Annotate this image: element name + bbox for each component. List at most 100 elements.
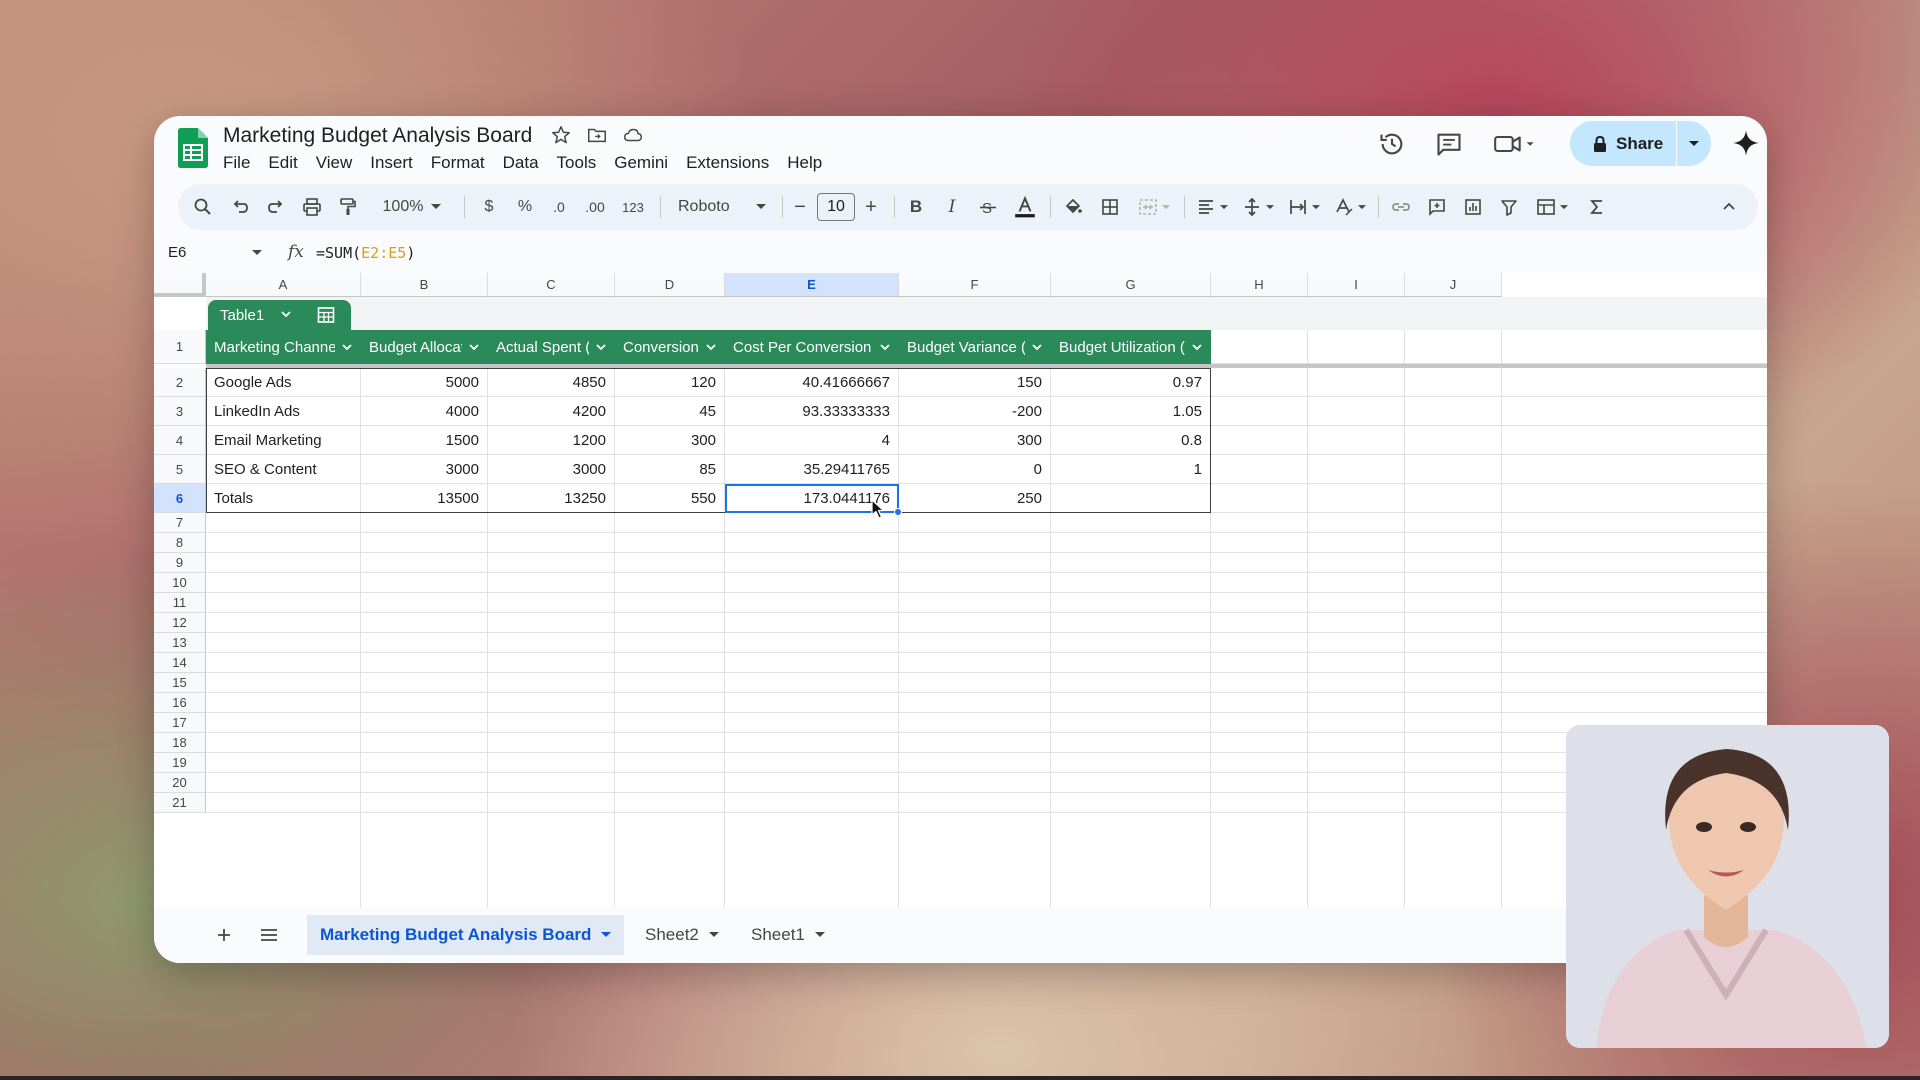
row-header-13[interactable]: 13 xyxy=(154,633,206,653)
row-header-9[interactable]: 9 xyxy=(154,553,206,573)
percent-format-button[interactable]: % xyxy=(512,184,538,230)
row-header-21[interactable]: 21 xyxy=(154,793,206,813)
merge-cells-button[interactable] xyxy=(1132,184,1176,230)
row-header-16[interactable]: 16 xyxy=(154,693,206,713)
vertical-align-button[interactable] xyxy=(1238,184,1278,230)
sheet-tab-sheet2[interactable]: Sheet2 xyxy=(645,915,719,955)
table-header-cell[interactable]: Budget Utilization (%) xyxy=(1051,330,1211,364)
fill-handle[interactable] xyxy=(894,508,902,516)
redo-button[interactable] xyxy=(262,184,290,230)
move-folder-icon[interactable] xyxy=(586,124,608,146)
chevron-down-icon[interactable] xyxy=(280,308,292,320)
version-history-icon[interactable] xyxy=(1378,130,1406,158)
table-settings-icon[interactable] xyxy=(316,305,336,325)
decrease-font-size-button[interactable]: − xyxy=(788,184,812,230)
column-header-f[interactable]: F xyxy=(899,273,1051,297)
column-menu-chevron-icon[interactable] xyxy=(879,341,891,353)
row-header-5[interactable]: 5 xyxy=(154,455,206,484)
table-header-cell[interactable]: Actual Spent ($) xyxy=(488,330,615,364)
text-wrapping-button[interactable] xyxy=(1284,184,1324,230)
row-header-15[interactable]: 15 xyxy=(154,673,206,693)
table-header-cell[interactable]: Marketing Channel xyxy=(206,330,361,364)
increase-decimal-button[interactable]: .00 xyxy=(580,184,610,230)
column-menu-chevron-icon[interactable] xyxy=(705,341,717,353)
fill-color-button[interactable] xyxy=(1058,184,1088,230)
row-header-10[interactable]: 10 xyxy=(154,573,206,593)
functions-button[interactable] xyxy=(1582,184,1612,230)
undo-button[interactable] xyxy=(226,184,254,230)
table-header-cell[interactable]: Budget Allocated xyxy=(361,330,488,364)
row-header-20[interactable]: 20 xyxy=(154,773,206,793)
menu-tools[interactable]: Tools xyxy=(548,153,606,173)
font-family-select[interactable]: Roboto xyxy=(672,184,772,230)
zoom-select[interactable]: 100% xyxy=(374,184,450,230)
menu-extensions[interactable]: Extensions xyxy=(677,153,778,173)
column-header-g[interactable]: G xyxy=(1051,273,1211,297)
menu-data[interactable]: Data xyxy=(494,153,548,173)
menu-view[interactable]: View xyxy=(307,153,362,173)
menu-insert[interactable]: Insert xyxy=(361,153,422,173)
sheets-logo-icon[interactable] xyxy=(178,128,208,168)
column-header-d[interactable]: D xyxy=(615,273,725,297)
menu-gemini[interactable]: Gemini xyxy=(605,153,677,173)
increase-font-size-button[interactable]: + xyxy=(858,184,884,230)
document-title[interactable]: Marketing Budget Analysis Board xyxy=(223,124,532,148)
hide-menus-button[interactable] xyxy=(1714,184,1744,230)
column-menu-chevron-icon[interactable] xyxy=(595,341,607,353)
table-name-chip[interactable]: Table1 xyxy=(208,300,351,330)
table-header-cell[interactable]: Conversions xyxy=(615,330,725,364)
row-header-19[interactable]: 19 xyxy=(154,753,206,773)
borders-button[interactable] xyxy=(1096,184,1124,230)
currency-format-button[interactable]: $ xyxy=(476,184,502,230)
column-header-i[interactable]: I xyxy=(1308,273,1405,297)
sheet-tab-marketing-budget[interactable]: Marketing Budget Analysis Board xyxy=(307,915,625,955)
strikethrough-button[interactable]: S xyxy=(974,184,1002,230)
name-box[interactable]: E6 xyxy=(168,244,186,261)
column-header-b[interactable]: B xyxy=(361,273,488,297)
all-sheets-icon[interactable] xyxy=(260,928,278,942)
insert-comment-button[interactable] xyxy=(1422,184,1452,230)
decrease-decimal-button[interactable]: .0 xyxy=(546,184,572,230)
row-header-17[interactable]: 17 xyxy=(154,713,206,733)
cloud-saved-icon[interactable] xyxy=(622,124,644,146)
menu-help[interactable]: Help xyxy=(778,153,831,173)
insert-chart-button[interactable] xyxy=(1458,184,1488,230)
column-menu-chevron-icon[interactable] xyxy=(1191,341,1203,353)
bold-button[interactable]: B xyxy=(902,184,930,230)
font-size-input[interactable]: 10 xyxy=(817,193,855,221)
menu-edit[interactable]: Edit xyxy=(259,153,306,173)
paint-format-button[interactable] xyxy=(334,184,362,230)
column-menu-chevron-icon[interactable] xyxy=(468,341,480,353)
share-button[interactable]: Share xyxy=(1570,121,1676,166)
row-header-2[interactable]: 2 xyxy=(154,368,206,397)
column-header-a[interactable]: A xyxy=(206,273,361,297)
column-header-e[interactable]: E xyxy=(725,273,899,297)
row-header-14[interactable]: 14 xyxy=(154,653,206,673)
comments-icon[interactable] xyxy=(1435,130,1463,158)
menu-file[interactable]: File xyxy=(223,153,259,173)
table-header-cell[interactable]: Cost Per Conversion ($) xyxy=(725,330,899,364)
row-header-18[interactable]: 18 xyxy=(154,733,206,753)
row-header-1[interactable]: 1 xyxy=(154,330,206,364)
more-formats-button[interactable]: 123 xyxy=(618,184,648,230)
share-options-button[interactable] xyxy=(1677,140,1711,148)
star-icon[interactable] xyxy=(550,124,572,146)
insert-link-button[interactable] xyxy=(1386,184,1416,230)
row-header-4[interactable]: 4 xyxy=(154,426,206,455)
meet-call-icon[interactable] xyxy=(1492,130,1538,158)
select-all-corner[interactable] xyxy=(154,273,206,297)
caret-down-icon[interactable] xyxy=(708,932,719,938)
row-header-8[interactable]: 8 xyxy=(154,533,206,553)
row-header-12[interactable]: 12 xyxy=(154,613,206,633)
italic-button[interactable]: I xyxy=(938,184,966,230)
caret-down-icon[interactable] xyxy=(601,932,612,938)
horizontal-align-button[interactable] xyxy=(1192,184,1232,230)
table-header-cell[interactable]: Budget Variance ($) xyxy=(899,330,1051,364)
add-sheet-icon[interactable] xyxy=(216,927,232,943)
filter-button[interactable] xyxy=(1494,184,1524,230)
column-header-j[interactable]: J xyxy=(1405,273,1502,297)
formula-input[interactable]: =SUM(E2:E5) xyxy=(316,244,415,262)
column-header-c[interactable]: C xyxy=(488,273,615,297)
row-header-3[interactable]: 3 xyxy=(154,397,206,426)
print-button[interactable] xyxy=(298,184,326,230)
